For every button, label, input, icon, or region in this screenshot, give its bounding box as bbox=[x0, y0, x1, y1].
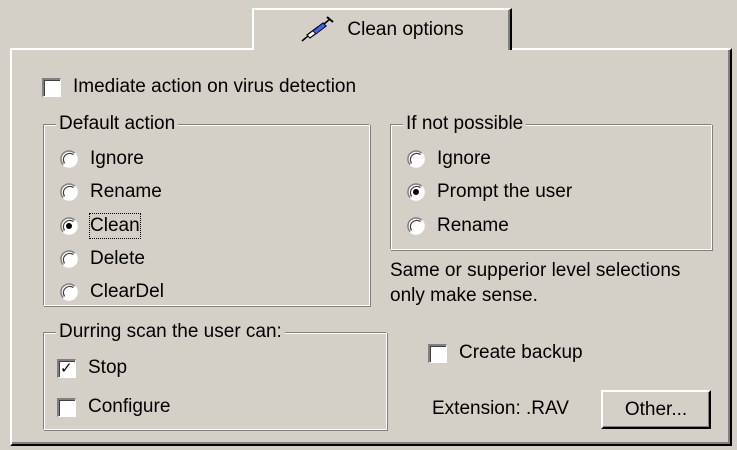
default-action-radio-rename[interactable]: Rename bbox=[60, 180, 162, 204]
configure-label: Configure bbox=[88, 396, 171, 417]
immediate-action-box[interactable] bbox=[42, 77, 61, 97]
create-backup-box[interactable] bbox=[428, 343, 447, 363]
configure-box[interactable] bbox=[57, 397, 76, 417]
syringe-icon bbox=[301, 16, 335, 42]
radio-label: Prompt the user bbox=[437, 181, 573, 202]
tab-clean-options[interactable]: Clean options bbox=[252, 8, 512, 50]
create-backup-checkbox[interactable]: Create backup bbox=[428, 341, 583, 365]
radio-label: Ignore bbox=[90, 148, 144, 169]
radio-button[interactable] bbox=[60, 283, 78, 301]
during-scan-title: Durring scan the user can: bbox=[56, 320, 285, 344]
other-button[interactable]: Other... bbox=[601, 390, 711, 429]
default-action-radio-clean[interactable]: Clean bbox=[60, 213, 141, 239]
stop-box[interactable]: ✓ bbox=[57, 358, 76, 378]
default-action-radio-cleardel[interactable]: ClearDel bbox=[60, 280, 164, 304]
radio-button[interactable] bbox=[407, 150, 425, 168]
checkmark-icon: ✓ bbox=[60, 359, 73, 377]
other-button-label: Other... bbox=[624, 398, 688, 420]
default-action-radio-delete[interactable]: Delete bbox=[60, 247, 145, 271]
configure-checkbox[interactable]: Configure bbox=[57, 395, 170, 419]
stop-checkbox[interactable]: ✓ Stop bbox=[57, 356, 127, 380]
create-backup-label: Create backup bbox=[459, 342, 583, 363]
radio-label: Ignore bbox=[437, 148, 491, 169]
selection-note: Same or supperior level selections only … bbox=[390, 258, 680, 308]
default-action-radio-ignore[interactable]: Ignore bbox=[60, 147, 144, 171]
radio-label: ClearDel bbox=[90, 281, 164, 302]
radio-button[interactable] bbox=[60, 250, 78, 268]
radio-label: Delete bbox=[90, 248, 145, 269]
radio-button[interactable] bbox=[407, 217, 425, 235]
radio-button[interactable] bbox=[60, 150, 78, 168]
immediate-action-checkbox[interactable]: Imediate action on virus detection bbox=[42, 75, 356, 99]
radio-button-selected[interactable] bbox=[407, 183, 425, 201]
radio-button[interactable] bbox=[60, 183, 78, 201]
tab-label: Clean options bbox=[347, 19, 464, 40]
fallback-radio-ignore[interactable]: Ignore bbox=[407, 147, 491, 171]
note-line-2: only make sense. bbox=[390, 285, 538, 306]
radio-button-selected[interactable] bbox=[60, 217, 78, 235]
fallback-radio-prompt-user[interactable]: Prompt the user bbox=[407, 180, 572, 204]
radio-label: Rename bbox=[90, 181, 162, 202]
immediate-action-label: Imediate action on virus detection bbox=[73, 76, 357, 97]
fallback-radio-rename[interactable]: Rename bbox=[407, 214, 509, 238]
radio-label: Clean bbox=[89, 213, 141, 239]
stop-label: Stop bbox=[88, 357, 128, 378]
extension-label: Extension: .RAV bbox=[432, 398, 569, 419]
default-action-title: Default action bbox=[56, 112, 179, 136]
if-not-possible-title: If not possible bbox=[403, 112, 527, 136]
radio-label: Rename bbox=[437, 215, 509, 236]
note-line-1: Same or supperior level selections bbox=[390, 260, 681, 281]
